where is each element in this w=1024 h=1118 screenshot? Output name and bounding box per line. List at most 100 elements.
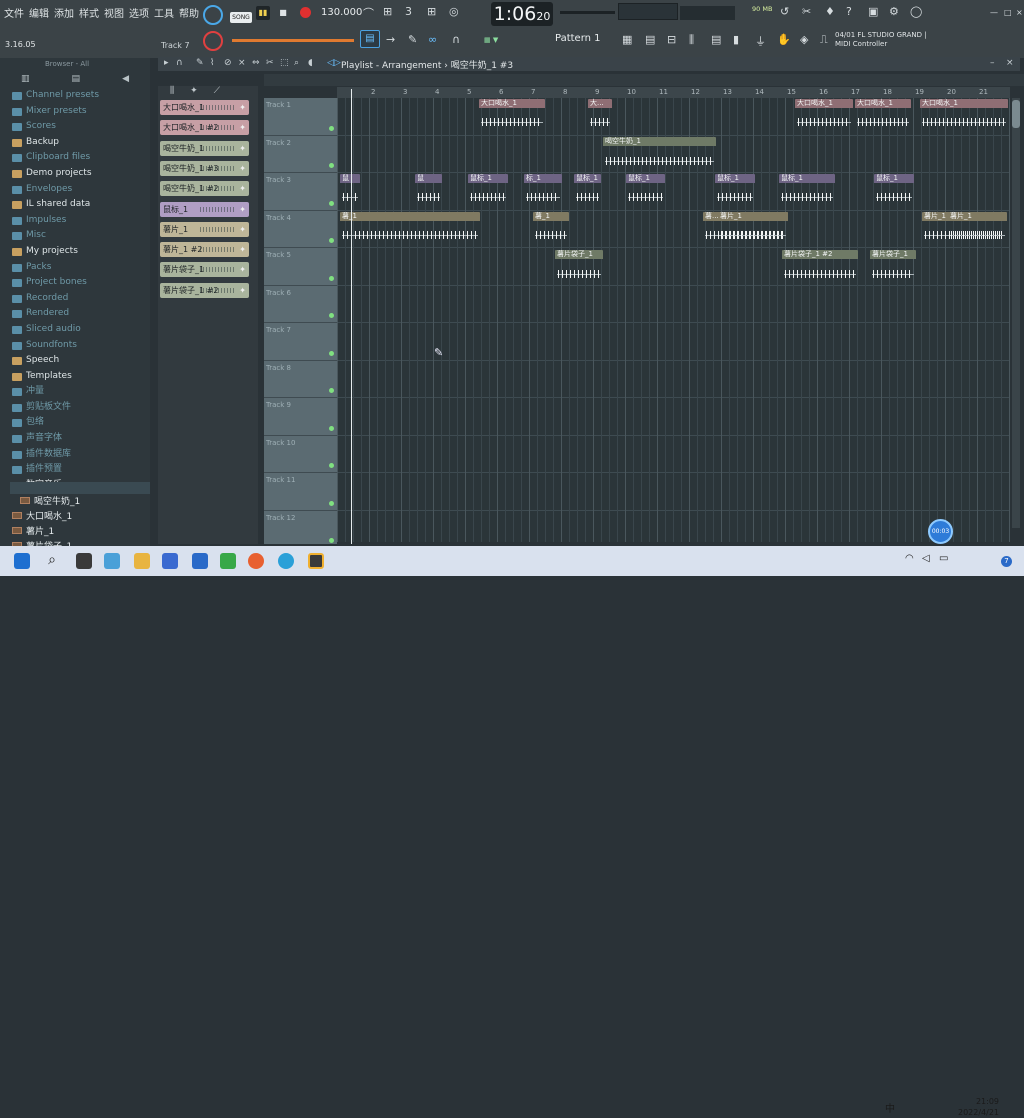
playlist-icon[interactable]: ▦ bbox=[622, 33, 632, 46]
browser-folder[interactable]: Demo projects bbox=[0, 166, 150, 182]
channel-clip[interactable]: 喝空牛奶_1 ✦ bbox=[160, 140, 249, 156]
browser-folder[interactable]: Envelopes bbox=[0, 182, 150, 198]
magnet-icon[interactable]: ∩ bbox=[176, 58, 183, 68]
audio-clip[interactable]: 鼠 bbox=[340, 174, 360, 208]
scrollbar-thumb[interactable] bbox=[1012, 100, 1020, 128]
close-icon[interactable]: × bbox=[1016, 8, 1023, 17]
browser-folder[interactable]: Sliced audio bbox=[0, 322, 150, 338]
channel-clip[interactable]: 薯片袋子_1 ✦ bbox=[160, 262, 249, 278]
track-header[interactable]: Track 1 bbox=[264, 98, 337, 136]
snap-button[interactable]: ▤ bbox=[360, 30, 380, 48]
channel-clip[interactable]: 薯片袋子_1 #2 ✦ bbox=[160, 282, 249, 298]
channel-rack-icon[interactable]: ⊟ bbox=[667, 33, 676, 46]
song-position-slider[interactable] bbox=[232, 39, 354, 42]
channel-clip[interactable]: 薯片_1 #2 ✦ bbox=[160, 242, 249, 258]
browser-all-icon[interactable]: ▥ bbox=[21, 74, 30, 84]
audio-clip[interactable]: 薯片_1 bbox=[718, 212, 788, 246]
windows-start-icon[interactable] bbox=[14, 553, 30, 569]
track-header[interactable]: Track 5 bbox=[264, 248, 337, 286]
mixer-icon[interactable]: ⫼ bbox=[689, 33, 694, 47]
channel-move-icon[interactable]: ✦ bbox=[239, 100, 246, 115]
channel-clip[interactable]: 喝空牛奶_1 #2 ✦ bbox=[160, 181, 249, 197]
audio-clip[interactable]: 鼠标_1 bbox=[626, 174, 665, 208]
magnet-icon[interactable]: ∩ bbox=[452, 33, 460, 46]
browser-folder[interactable]: Project bones bbox=[0, 275, 150, 291]
track-led[interactable] bbox=[329, 200, 334, 206]
audio-clip[interactable]: 鼠标_1 bbox=[715, 174, 755, 208]
track-led[interactable] bbox=[329, 275, 334, 281]
track-led[interactable] bbox=[329, 350, 334, 356]
track-led[interactable] bbox=[329, 538, 334, 543]
mail-icon[interactable] bbox=[192, 553, 208, 569]
track-header[interactable]: Track 3 bbox=[264, 173, 337, 211]
record-button[interactable] bbox=[300, 7, 311, 18]
audio-clip[interactable]: 鼠标_1 bbox=[468, 174, 508, 208]
channel-clip[interactable]: 大口喝水_1 ✦ bbox=[160, 100, 249, 115]
song-mode-button[interactable]: SONG bbox=[230, 12, 252, 23]
zoom-icon[interactable]: ⌕ bbox=[294, 58, 299, 68]
track-header[interactable]: Track 4 bbox=[264, 211, 337, 248]
channel-move-icon[interactable]: ✦ bbox=[239, 242, 246, 257]
track-led[interactable] bbox=[329, 125, 334, 131]
browser-green-icon[interactable] bbox=[220, 553, 236, 569]
menu-help[interactable]: 帮助 bbox=[179, 5, 199, 20]
edge-icon[interactable] bbox=[278, 553, 294, 569]
menu-file[interactable]: 文件 bbox=[4, 5, 24, 20]
audio-clip[interactable]: 大... bbox=[588, 99, 612, 133]
playhead[interactable] bbox=[351, 89, 352, 544]
browser-file[interactable]: 大口喝水_1 bbox=[12, 509, 72, 522]
plugin-icon[interactable]: ⏚ bbox=[755, 33, 766, 49]
browser-folder[interactable]: Impulses bbox=[0, 213, 150, 229]
save-icon[interactable]: ▣ bbox=[868, 5, 878, 18]
input-language[interactable]: 中 bbox=[885, 1100, 895, 1115]
browser-folder[interactable]: Scores bbox=[0, 119, 150, 135]
track-header[interactable]: Track 9 bbox=[264, 398, 337, 436]
browser-file[interactable]: 喝空牛奶_1 bbox=[20, 494, 80, 507]
pencil-icon[interactable]: ✎ bbox=[408, 33, 417, 46]
browser-folder[interactable]: 冲量 bbox=[0, 384, 150, 400]
audio-clip[interactable]: 薯片袋子_1 bbox=[555, 250, 603, 286]
browser-folder[interactable]: 插件预置 bbox=[0, 462, 150, 478]
audio-clip[interactable]: 鼠 bbox=[415, 174, 442, 208]
widgets-icon[interactable] bbox=[104, 553, 120, 569]
channel-clip[interactable]: 鼠标_1 ✦ bbox=[160, 201, 249, 217]
browser-folder[interactable]: Rendered bbox=[0, 306, 150, 322]
system-clock[interactable]: 21:09 2022/4/21 bbox=[958, 1096, 999, 1118]
channel-move-icon[interactable]: ✦ bbox=[239, 141, 246, 156]
search-icon[interactable]: ⌕ bbox=[44, 553, 60, 569]
browser-folder[interactable]: 声音字体 bbox=[0, 431, 150, 447]
audio-clip[interactable]: 薯片_1 bbox=[948, 212, 1005, 246]
tempo-display[interactable]: 130.000 bbox=[321, 7, 362, 18]
battery-icon[interactable]: ▭ bbox=[939, 553, 955, 569]
menu-options[interactable]: 选项 bbox=[129, 5, 149, 20]
track-led[interactable] bbox=[329, 388, 334, 393]
browser-folder[interactable]: Clipboard files bbox=[0, 150, 150, 166]
paint-icon[interactable]: ⌇ bbox=[210, 58, 214, 68]
track-header[interactable]: Track 7 bbox=[264, 323, 337, 361]
browser-folder[interactable]: Channel presets bbox=[0, 88, 150, 104]
channel-move-icon[interactable]: ✦ bbox=[239, 202, 246, 217]
audio-clip[interactable]: 大口喝水_1 bbox=[920, 99, 1008, 133]
browser-folder[interactable]: Mixer presets bbox=[0, 104, 150, 120]
settings-icon[interactable]: ⚙ bbox=[889, 5, 899, 18]
minimize-icon[interactable]: — bbox=[990, 8, 998, 17]
channel-move-icon[interactable]: ✦ bbox=[239, 222, 246, 237]
audio-clip[interactable]: 大口喝水_1 bbox=[855, 99, 911, 133]
play-button[interactable]: ▮▮ bbox=[256, 6, 270, 20]
playback-icon[interactable]: ◖ bbox=[308, 58, 313, 68]
store-icon[interactable] bbox=[162, 553, 178, 569]
notification-badge[interactable]: 7 bbox=[1001, 556, 1012, 567]
track-header[interactable]: Track 8 bbox=[264, 361, 337, 398]
countdown-icon[interactable]: 3 bbox=[405, 5, 412, 18]
audio-clip[interactable]: 标_1 bbox=[524, 174, 562, 208]
link-icon[interactable]: ∞ bbox=[428, 33, 437, 46]
track-header[interactable]: Track 12 bbox=[264, 511, 337, 548]
track-header[interactable]: Track 10 bbox=[264, 436, 337, 473]
browser-folder[interactable]: Misc bbox=[0, 228, 150, 244]
channel-clip[interactable]: 大口喝水_1 #2 ✦ bbox=[160, 120, 249, 136]
automation-icon[interactable]: ⟋ bbox=[214, 86, 220, 98]
midi-icon[interactable]: ⎍ bbox=[820, 33, 828, 47]
audio-icon[interactable]: ✦ bbox=[190, 86, 198, 98]
channel-clip[interactable]: 喝空牛奶_1 #3 ✦ bbox=[160, 160, 249, 176]
project-icon[interactable]: ▮ bbox=[733, 33, 739, 46]
